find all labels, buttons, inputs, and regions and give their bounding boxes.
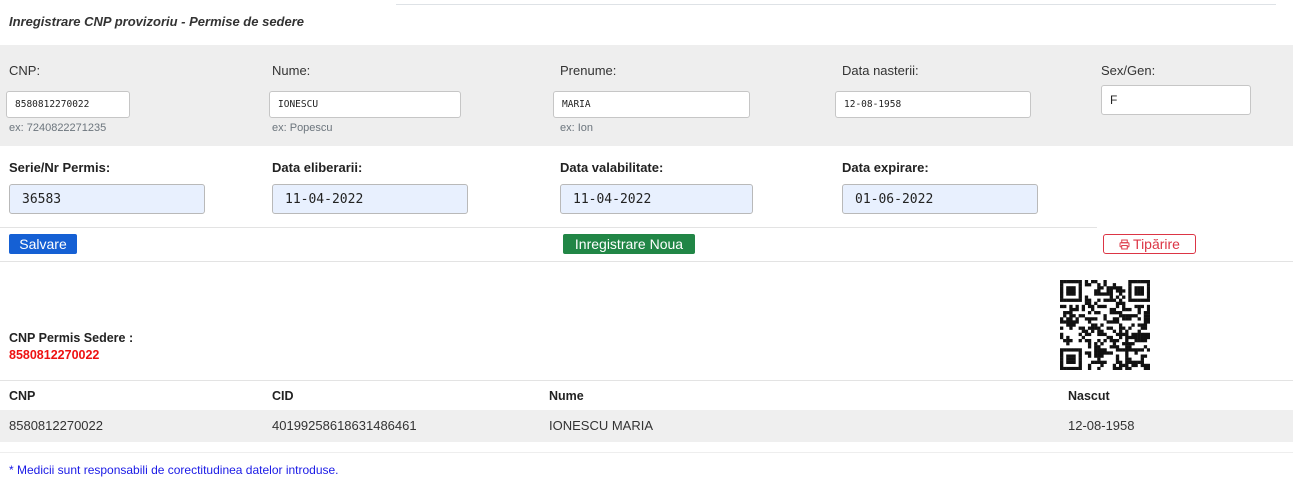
table-top-border [0,380,1293,381]
serie-input[interactable] [9,184,205,214]
sex-input[interactable] [1101,85,1251,115]
valabilitate-input[interactable] [560,184,753,214]
table-header-nascut: Nascut [1068,389,1110,403]
printer-icon [1119,239,1130,250]
footer-note: * Medicii sunt responsabili de corectitu… [9,463,339,477]
prenume-hint: ex: Ion [560,122,594,134]
table-cell-cid: 40199258618631486461 [272,418,417,433]
expirare-label: Data expirare: [842,160,929,175]
new-registration-button[interactable]: Inregistrare Noua [563,234,695,254]
table-header-nume: Nume [549,389,584,403]
cnp-label: CNP: [9,63,41,78]
prenume-input[interactable] [553,91,750,118]
serie-label: Serie/Nr Permis: [9,160,111,175]
sex-label: Sex/Gen: [1101,63,1156,78]
table-cell-nascut: 12-08-1958 [1068,418,1135,433]
nume-label: Nume: [272,63,311,78]
data-nasterii-label: Data nasterii: [842,63,919,78]
eliberare-input[interactable] [272,184,468,214]
expirare-input[interactable] [842,184,1038,214]
save-button[interactable]: Salvare [9,234,77,254]
cnp-permis-label: CNP Permis Sedere : [9,331,134,345]
table-header-cid: CID [272,389,294,403]
print-button[interactable]: Tipărire [1103,234,1196,254]
valabilitate-label: Data valabilitate: [560,160,664,175]
qr-code-icon [1060,280,1150,370]
data-nasterii-input[interactable] [835,91,1031,118]
divider [0,452,1293,453]
cnp-input[interactable] [6,91,130,118]
table-header-cnp: CNP [9,389,36,403]
print-button-label: Tipărire [1133,236,1180,252]
nume-input[interactable] [269,91,461,118]
page-title: Inregistrare CNP provizoriu - Permise de… [9,14,305,29]
divider [0,261,1293,262]
prenume-label: Prenume: [560,63,617,78]
top-divider [396,4,1276,5]
cnp-hint: ex: 7240822271235 [9,122,107,134]
cnp-permis-value: 8580812270022 [9,348,100,362]
nume-hint: ex: Popescu [272,122,333,134]
table-cell-nume: IONESCU MARIA [549,418,654,433]
divider [0,227,1097,228]
eliberare-label: Data eliberarii: [272,160,363,175]
table-cell-cnp: 8580812270022 [9,418,103,433]
